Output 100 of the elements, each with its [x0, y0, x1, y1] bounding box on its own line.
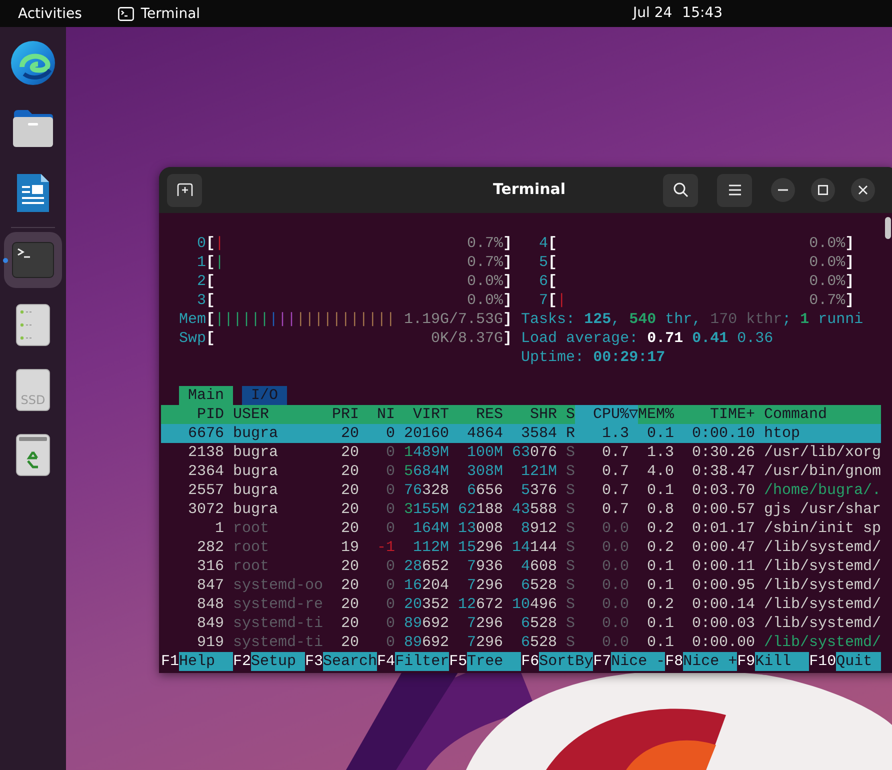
meter-bracket: ] [503, 329, 512, 348]
function-key[interactable]: SortBy [539, 652, 594, 671]
column-header[interactable]: SHR [503, 405, 557, 424]
table-cell-text: 0.1 [646, 424, 674, 443]
table-cell-text: 4.0 [646, 462, 674, 481]
table-cell-text: -1 [376, 538, 395, 557]
function-key[interactable]: Nice + [683, 652, 738, 671]
clock-time[interactable]: 15:43 [682, 5, 723, 21]
process-row[interactable]: 2364 bugra 20 0 5684M 308M 121M S 0.7 4.0 0:38.47 /usr/bin/gnom [161, 462, 882, 481]
table-cell-text: htop [764, 424, 802, 443]
table-cell: /lib/systemd/ [764, 614, 882, 633]
meter-bracket: ] [845, 272, 854, 291]
table-cell-text: 19 [340, 538, 359, 557]
table-cell-text: bugra [233, 462, 280, 481]
table-cell-text: S [564, 557, 575, 576]
meter-bracket: ] [845, 253, 854, 272]
table-cell-text: 0.2 [646, 538, 674, 557]
table-cell-text: 6528 [520, 576, 557, 595]
table-cell-text: 20 [340, 443, 359, 462]
app-menu-label[interactable]: Terminal [140, 6, 200, 22]
function-key[interactable]: Filter [395, 652, 450, 671]
meter-reading: 1.19G/7.53G [404, 310, 504, 329]
function-key[interactable]: Kill [755, 652, 810, 671]
process-row[interactable]: 2557 bugra 20 0 76328 6656 5376 S 0.7 0.1 0:03.70 /home/bugra/. [161, 481, 882, 500]
menu-icon [728, 184, 742, 196]
process-row[interactable]: 849 systemd-ti 20 0 89692 7296 6528 S 0.0 0.1 0:00.03 /lib/systemd/ [161, 614, 882, 633]
table-cell-text: 0.7 [600, 462, 630, 481]
meter-bracket: [ [206, 291, 216, 310]
table-cell-text: 0 [384, 557, 395, 576]
table-cell-text: 62188 [456, 500, 503, 519]
column-header[interactable]: USER [233, 405, 323, 424]
key-label: F1 [161, 652, 180, 671]
function-key[interactable]: Nice - [611, 652, 666, 671]
search-button[interactable] [663, 174, 698, 206]
process-row[interactable]: 2138 bugra 20 0 1489M 100M 63076 S 0.7 1.3 0:30.26 /usr/lib/xorg [161, 443, 882, 462]
process-row[interactable]: 847 systemd-oo 20 0 16204 7296 6528 S 0.0 0.1 0:00.95 /lib/systemd/ [161, 576, 882, 595]
meter-label: 1 [196, 253, 206, 272]
table-cell-text: 6528 [520, 633, 557, 652]
table-cell-text: 16204 [402, 576, 449, 595]
function-key[interactable]: Help [179, 652, 234, 671]
table-cell-text: 0 [384, 614, 395, 633]
function-key[interactable]: Tree [467, 652, 522, 671]
table-cell-text: 4608 [520, 557, 557, 576]
function-key[interactable]: Search [323, 652, 378, 671]
column-header[interactable]: VIRT [395, 405, 449, 424]
table-cell-text: 0:38.47 [690, 462, 755, 481]
function-key[interactable]: Setup [251, 652, 306, 671]
table-cell-text: 0:00.03 [690, 614, 755, 633]
process-row[interactable]: 6676 bugra 20 0 20160 4864 3584 R 1.3 0.1 0:00.10 htop [161, 424, 882, 443]
maximize-button[interactable] [811, 178, 835, 202]
table-cell-text: 0.1 [646, 633, 674, 652]
tab[interactable]: Main [179, 386, 234, 405]
table-cell-text: 15296 [456, 538, 503, 557]
meter-bracket: ] [503, 234, 512, 253]
table-cell-text: 0 [384, 443, 395, 462]
activities-button[interactable]: Activities [18, 6, 82, 22]
column-header[interactable]: MEM% [638, 405, 674, 424]
table-cell-text: 0 [384, 595, 395, 614]
meter-label: 4 [538, 234, 548, 253]
new-tab-icon [176, 183, 192, 197]
meter-bracket: [ [206, 329, 216, 348]
clock-date[interactable]: Jul 24 [633, 5, 672, 21]
table-cell-text: 0:00.47 [690, 538, 755, 557]
table-cell-text: 100M [466, 443, 503, 462]
column-header[interactable]: PID [161, 405, 224, 424]
new-tab-button[interactable] [167, 174, 202, 206]
table-cell-text: 43588 [510, 500, 557, 519]
menu-button[interactable] [717, 174, 752, 206]
process-row[interactable]: 316 root 20 0 28652 7936 4608 S 0.0 0.1 0:00.11 /lib/systemd/ [161, 557, 882, 576]
process-row[interactable]: 3072 bugra 20 0 3155M 62188 43588 S 0.7 0.8 0:00.57 gjs /usr/shar [161, 500, 882, 519]
column-header[interactable]: CPU%▽ [575, 405, 638, 424]
table-cell-text: 0:00.14 [690, 595, 755, 614]
close-button[interactable] [851, 178, 875, 202]
table-cell-text: 0.1 [646, 557, 674, 576]
table-cell-text: 0.0 [600, 557, 630, 576]
column-header[interactable]: S [557, 405, 575, 424]
function-key[interactable]: Quit [836, 652, 882, 671]
column-header[interactable]: TIME+ [674, 405, 755, 424]
table-cell-text: 63076 [510, 443, 557, 462]
minimize-button[interactable] [771, 178, 795, 202]
process-row[interactable]: 1 root 20 0 164M 13008 8912 S 0.0 0.2 0:01.17 /sbin/init sp [161, 519, 882, 538]
table-cell-text: 2138 [186, 443, 224, 462]
maximize-icon [818, 185, 828, 195]
table-cell-text: 0 [384, 576, 395, 595]
process-row[interactable]: 848 systemd-re 20 0 20352 12672 10496 S 0.0 0.2 0:00.14 /lib/systemd/ [161, 595, 882, 614]
table-cell-text: 0:00.57 [690, 500, 755, 519]
scrollbar-thumb[interactable] [885, 217, 891, 239]
table-cell-text: 5684M [402, 462, 449, 481]
column-header[interactable]: PRI [323, 405, 359, 424]
meter-bar-text: | [215, 234, 224, 253]
column-header[interactable]: RES [449, 405, 503, 424]
table-cell-text: 20 [340, 424, 359, 443]
meter-bracket: [ [206, 310, 216, 329]
key-label: F2 [233, 652, 252, 671]
table-cell-text: 20 [340, 519, 359, 538]
process-row[interactable]: 282 root 19 -1 112M 15296 14144 S 0.0 0.2 0:00.47 /lib/systemd/ [161, 538, 882, 557]
process-row[interactable]: 919 systemd-ti 20 0 89692 7296 6528 S 0.0 0.1 0:00.00 /lib/systemd/ [161, 633, 882, 652]
column-header[interactable]: NI [359, 405, 395, 424]
table-cell-text: 0.8 [646, 500, 674, 519]
column-header[interactable]: Command [764, 405, 882, 424]
